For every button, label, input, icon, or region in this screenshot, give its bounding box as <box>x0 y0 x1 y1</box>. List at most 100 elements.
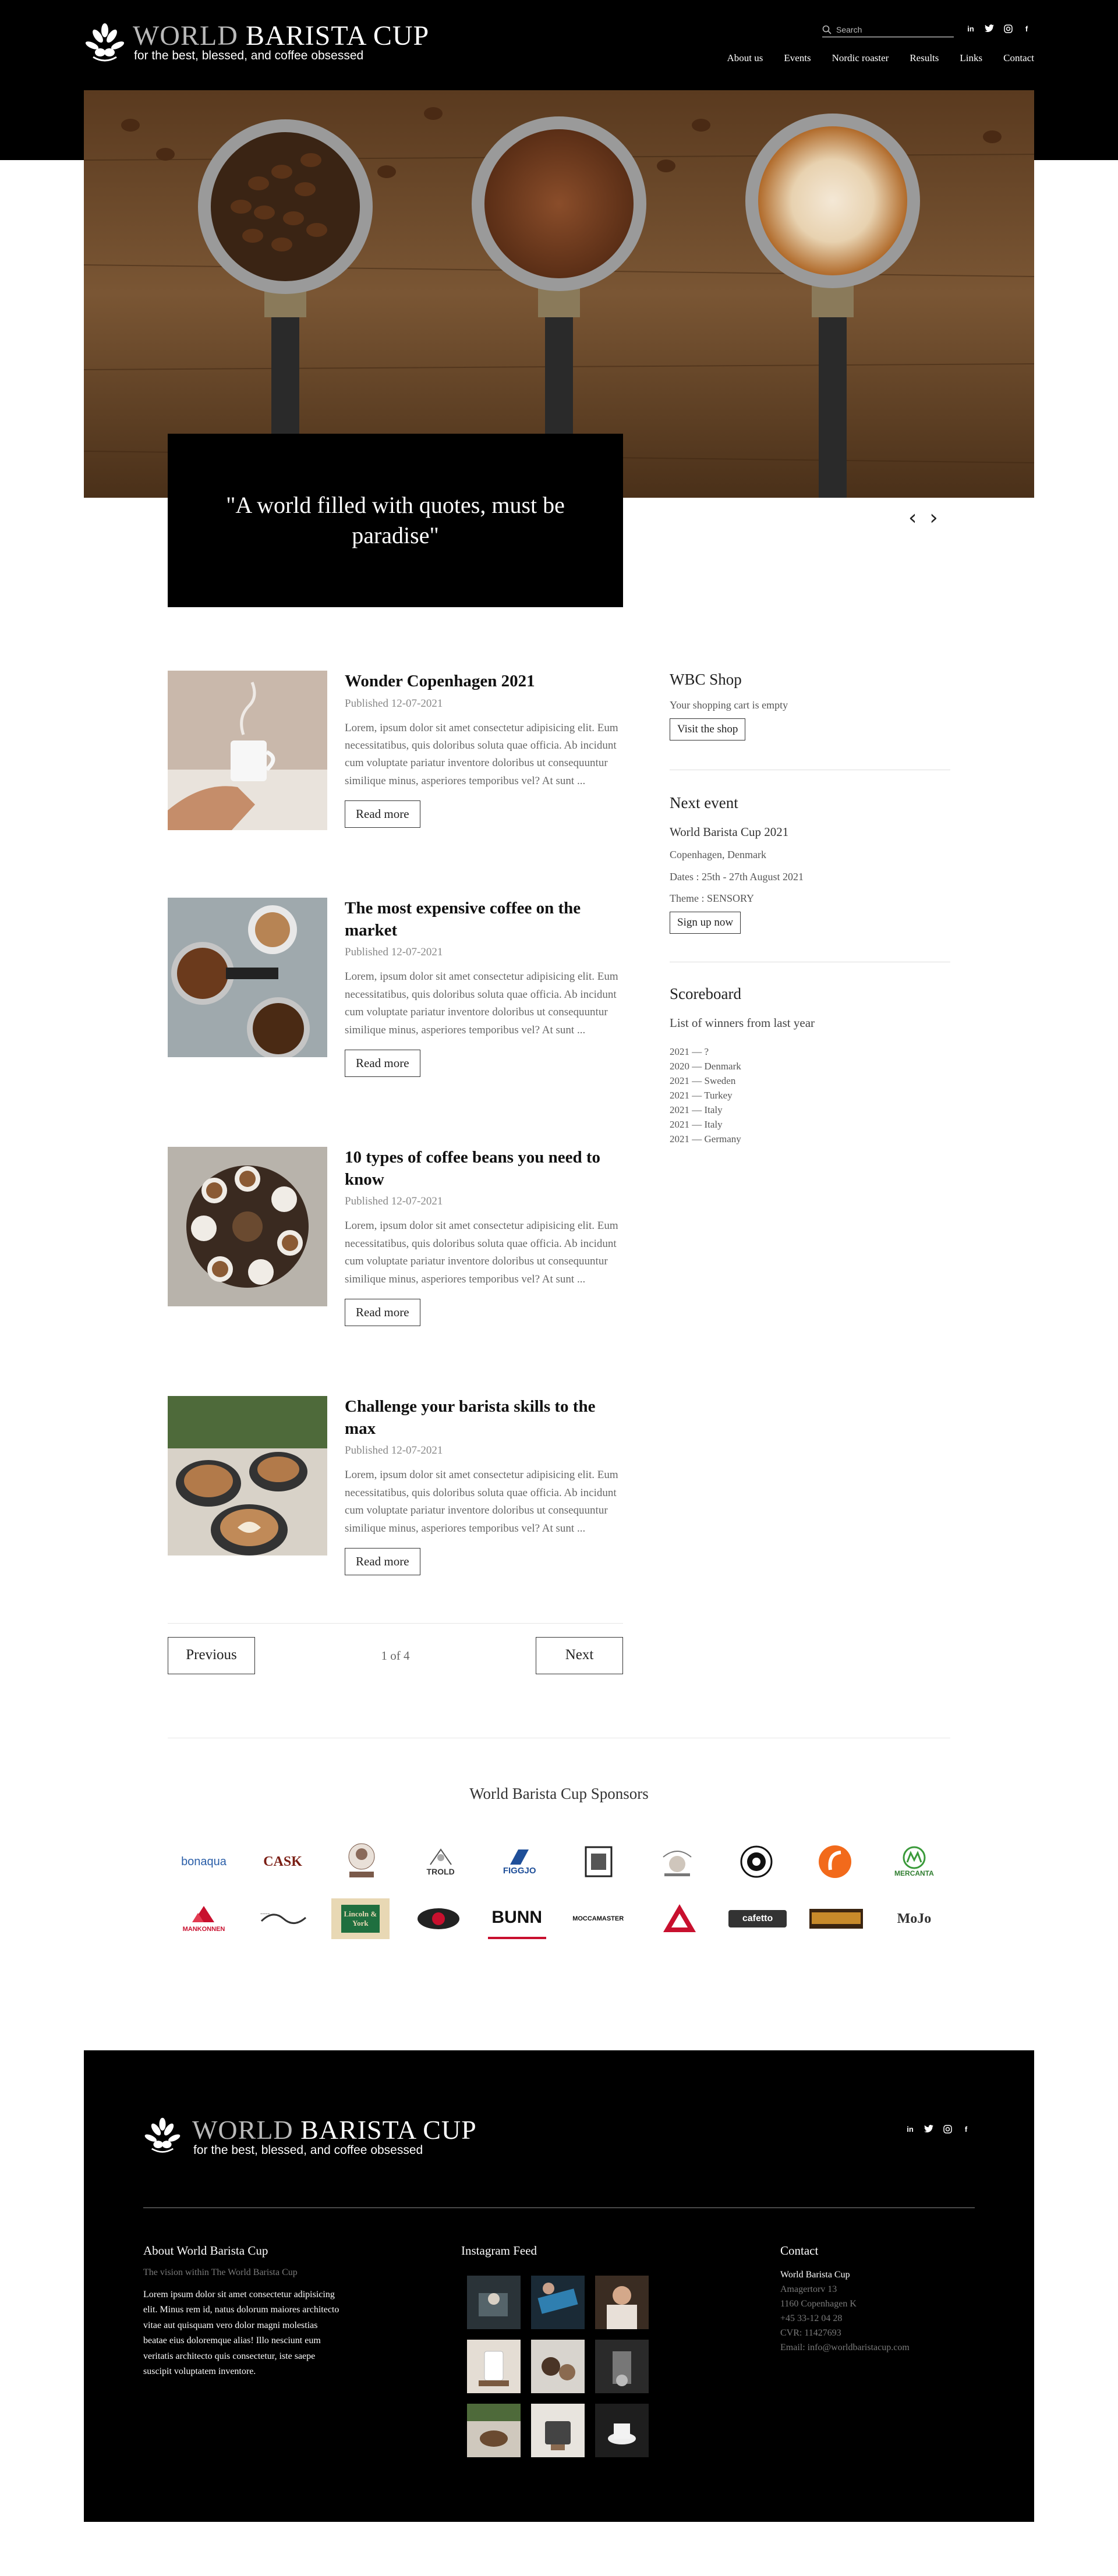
post-thumbnail[interactable] <box>168 671 327 830</box>
post-title[interactable]: Challenge your barista skills to the max <box>345 1396 623 1440</box>
sponsor-lincoln-york-logo[interactable]: Lincoln & York <box>331 1898 390 1939</box>
contact-title: Contact <box>780 2244 819 2258</box>
search-icon <box>822 25 832 34</box>
sponsor-circle-logo[interactable] <box>727 1841 786 1882</box>
nav-events[interactable]: Events <box>784 52 811 64</box>
linkedin-icon[interactable]: in <box>905 2125 915 2135</box>
facebook-icon[interactable]: f <box>961 2125 971 2135</box>
coffee-plant-logo-icon <box>144 2117 181 2153</box>
winner-item: 2021 — Italy <box>670 1119 723 1131</box>
footer-logo-wordmark: WORLD BARISTA CUP <box>192 2114 477 2145</box>
footer-contact: Contact World Barista Cup Amagertorv 13 … <box>780 2244 910 2355</box>
sponsor-row: bonaqua CASK TROLD FIGGJO MERCANTA <box>175 1840 943 1884</box>
sponsor-cask-logo[interactable]: CASK <box>254 1841 312 1882</box>
nav-results[interactable]: Results <box>910 52 939 64</box>
post-title[interactable]: The most expensive coffee on the market <box>345 898 623 941</box>
contact-phone[interactable]: +45 33-12 04 28 <box>780 2311 910 2326</box>
sponsor-mojo-logo[interactable]: MoJo <box>885 1898 943 1939</box>
instagram-icon[interactable] <box>1003 23 1013 34</box>
sponsor-mercanta-logo[interactable]: MERCANTA <box>885 1841 943 1882</box>
post-card: 10 types of coffee beans you need to kno… <box>168 1147 623 1380</box>
instagram-icon[interactable] <box>942 2125 953 2135</box>
logo-word-barista-cup: BARISTA CUP <box>300 2115 477 2145</box>
sponsor-mankonnen-logo[interactable]: MANKONNEN <box>175 1898 233 1939</box>
sponsor-trold-logo[interactable]: TROLD <box>412 1841 470 1882</box>
post-date: Published 12-07-2021 <box>345 1444 443 1457</box>
sponsor-figgjo-text: FIGGJO <box>503 1865 536 1876</box>
logo-word-world: WORLD <box>192 2115 301 2145</box>
facebook-icon[interactable]: f <box>1021 23 1032 34</box>
instagram-photo[interactable] <box>531 2276 585 2329</box>
scoreboard-widget: Scoreboard List of winners from last yea… <box>670 985 950 1146</box>
sponsor-moccamaster-logo[interactable]: MOCCAMASTER <box>566 1898 630 1939</box>
instagram-photo[interactable] <box>531 2404 585 2457</box>
visit-shop-button[interactable]: Visit the shop <box>670 718 746 741</box>
read-more-button[interactable]: Read more <box>345 1547 420 1575</box>
chevron-left-icon[interactable]: ‹ <box>908 508 917 529</box>
search-input[interactable]: Search <box>822 22 954 37</box>
post-thumbnail[interactable] <box>168 898 327 1057</box>
contact-street: Amagertorv 13 <box>780 2284 837 2294</box>
post-thumbnail[interactable] <box>168 1396 327 1555</box>
post-title[interactable]: 10 types of coffee beans you need to kno… <box>345 1147 623 1190</box>
nav-contact[interactable]: Contact <box>1003 52 1034 64</box>
coffee-plant-logo-icon <box>85 23 125 62</box>
instagram-photo[interactable] <box>467 2340 521 2393</box>
event-location: Copenhagen, Denmark <box>670 849 766 861</box>
social-links: in f <box>965 23 1032 34</box>
nav-links[interactable]: Links <box>960 52 982 64</box>
footer-social-links: in f <box>905 2125 971 2135</box>
twitter-icon[interactable] <box>924 2125 934 2135</box>
next-event-widget: Next event World Barista Cup 2021 Copenh… <box>670 794 950 934</box>
footer-about-text: Lorem ipsum dolor sit amet consectetur a… <box>143 2290 339 2376</box>
logo-wordmark: WORLD BARISTA CUP <box>133 20 429 52</box>
post-excerpt: Lorem, ipsum dolor sit amet consectetur … <box>345 1220 618 1285</box>
instagram-photo[interactable] <box>595 2340 649 2393</box>
winner-item: 2021 — Turkey <box>670 1090 733 1101</box>
sponsor-badge-logo[interactable] <box>332 1841 391 1882</box>
sponsor-crest-logo[interactable] <box>648 1841 706 1882</box>
post-thumbnail[interactable] <box>168 1147 327 1306</box>
instagram-photo[interactable] <box>595 2276 649 2329</box>
winner-item: 2021 — Sweden <box>670 1075 736 1087</box>
logo-tagline: for the best, blessed, and coffee obsess… <box>134 49 364 62</box>
sponsor-triangle-logo[interactable] <box>650 1898 709 1939</box>
post-excerpt: Lorem, ipsum dolor sit amet consectetur … <box>345 721 618 787</box>
linkedin-icon[interactable]: in <box>965 23 976 34</box>
read-more-button[interactable]: Read more <box>345 1049 420 1077</box>
instagram-photo[interactable] <box>595 2404 649 2457</box>
post-card: Challenge your barista skills to the max… <box>168 1396 623 1629</box>
sponsor-seal-logo[interactable] <box>569 1841 628 1882</box>
previous-button[interactable]: Previous <box>168 1637 255 1674</box>
sponsor-emblem-logo[interactable] <box>409 1898 468 1939</box>
sponsor-script-logo[interactable]: ~~~~ <box>253 1898 311 1939</box>
footer-instagram: Instagram Feed <box>461 2244 649 2457</box>
sponsor-orange-logo[interactable] <box>806 1841 864 1882</box>
sponsor-bunn-logo[interactable]: BUNN <box>487 1898 546 1939</box>
sponsor-smart-brew-logo[interactable] <box>807 1898 865 1939</box>
sign-up-button[interactable]: Sign up now <box>670 911 741 934</box>
sponsor-figgjo-logo[interactable]: FIGGJO <box>490 1841 549 1882</box>
instagram-photo[interactable] <box>531 2340 585 2393</box>
sponsor-bonaqua-logo[interactable]: bonaqua <box>175 1841 233 1882</box>
instagram-photo[interactable] <box>467 2404 521 2457</box>
sponsor-cafetto-logo[interactable]: cafetto <box>728 1910 787 1927</box>
next-button[interactable]: Next <box>536 1637 623 1674</box>
contact-city: 1160 Copenhagen K <box>780 2299 857 2309</box>
read-more-button[interactable]: Read more <box>345 800 420 828</box>
post-date: Published 12-07-2021 <box>345 697 443 710</box>
post-title[interactable]: Wonder Copenhagen 2021 <box>345 671 623 693</box>
main-nav: About us Events Nordic roaster Results L… <box>727 52 1034 64</box>
scoreboard-subtitle: List of winners from last year <box>670 1016 815 1030</box>
sponsor-row: MANKONNEN ~~~~ Lincoln & York BUNN MOCCA… <box>175 1897 943 1941</box>
chevron-right-icon[interactable]: › <box>929 508 937 529</box>
instagram-feed-title: Instagram Feed <box>461 2244 537 2258</box>
twitter-icon[interactable] <box>984 23 995 34</box>
contact-email[interactable]: Email: info@worldbaristacup.com <box>780 2340 910 2355</box>
nav-about-us[interactable]: About us <box>727 52 763 64</box>
post-date: Published 12-07-2021 <box>345 946 443 959</box>
post-card: The most expensive coffee on the market … <box>168 898 623 1131</box>
read-more-button[interactable]: Read more <box>345 1298 420 1326</box>
nav-nordic-roaster[interactable]: Nordic roaster <box>832 52 889 64</box>
instagram-photo[interactable] <box>467 2276 521 2329</box>
